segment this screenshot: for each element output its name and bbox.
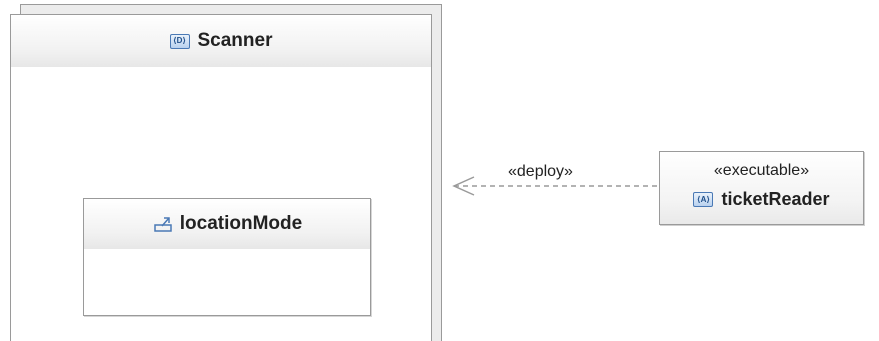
inner-element-locationmode[interactable]: locationMode [83,198,371,316]
inner-element-header: locationMode [84,199,370,249]
node-icon: ⟨D⟩ [169,33,190,49]
artifact-icon: ⟨A⟩ [693,192,714,207]
node-title: Scanner [197,30,273,51]
mode-icon [154,217,172,232]
node-header: ⟨D⟩ Scanner [11,15,431,67]
artifact-title: ticketReader [721,189,830,209]
artifact-ticketreader[interactable]: «executable» ⟨A⟩ ticketReader [659,151,864,225]
inner-element-title: locationMode [179,213,303,234]
deploy-label: «deploy» [508,163,573,180]
artifact-name-row: ⟨A⟩ ticketReader [660,189,863,210]
artifact-stereotype: «executable» [713,162,810,179]
